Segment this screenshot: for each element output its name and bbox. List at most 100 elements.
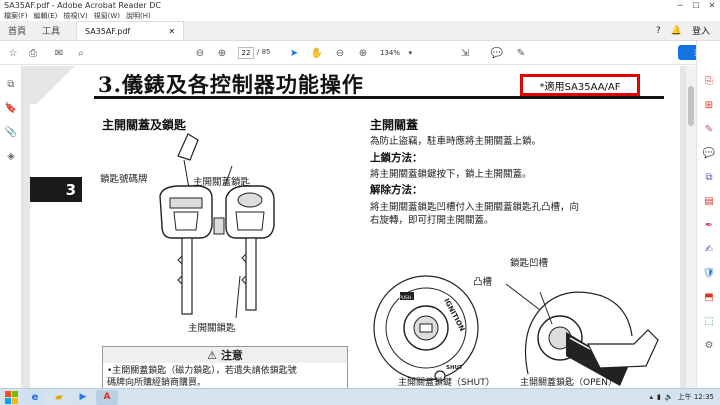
page-number-input[interactable]: 22 <box>238 47 254 59</box>
edit-pdf-icon[interactable]: ✎ <box>703 123 715 135</box>
unlock-text-2: 右旋轉，即可打開主開關蓋。 <box>370 215 494 226</box>
file-explorer-icon[interactable]: ▰ <box>48 390 70 405</box>
page-title: 3.儀錶及各控制器功能操作 <box>98 72 364 97</box>
layers-icon[interactable]: ◈ <box>5 150 17 162</box>
select-cursor-icon[interactable]: ➤ <box>287 46 301 60</box>
maximize-button[interactable]: ☐ <box>688 0 704 11</box>
chevron-down-icon: ▾ <box>408 49 412 57</box>
window-title: SA35AF.pdf - Adobe Acrobat Reader DC <box>4 1 162 10</box>
next-page-icon[interactable]: ⊕ <box>215 46 229 60</box>
window-controls: ─ ☐ ✕ <box>672 0 720 11</box>
acrobat-taskbar-icon[interactable]: A <box>96 389 118 405</box>
vertical-scrollbar[interactable] <box>686 66 696 388</box>
warning-icon: ⚠ <box>207 348 217 362</box>
search-icon[interactable]: ⌕ <box>74 46 88 60</box>
combine-files-icon[interactable]: ⧉ <box>703 171 715 183</box>
volume-icon[interactable]: 🔈 <box>665 393 674 401</box>
caution-body: •主開關蓋鎖匙（磁力鎖匙），若遺失請依鎖匙號 碼牌向所購經銷商購買。 <box>103 363 347 388</box>
bell-icon[interactable]: 🔔 <box>671 26 682 36</box>
optimize-pdf-icon[interactable]: ⬒ <box>703 291 715 303</box>
lock-heading: 上鎖方法： <box>370 152 423 164</box>
unlock-heading: 解除方法： <box>370 184 423 196</box>
right-section-heading: 主開關蓋 <box>370 118 419 132</box>
caption-open: 主開關蓋鎖匙（OPEN） <box>520 376 617 388</box>
more-tools-icon[interactable]: ⚙ <box>703 339 715 351</box>
menu-window[interactable]: 視窗(W) <box>94 11 120 21</box>
caution-line-2: 碼牌向所購經銷商購買。 <box>107 378 207 388</box>
push-label: PUSH <box>399 295 411 301</box>
comment-icon[interactable]: 💬 <box>490 46 504 60</box>
close-tab-icon[interactable]: ✕ <box>168 27 175 36</box>
tab-bar: 首頁 工具 SA35AF.pdf ✕ ? 🔔 登入 <box>0 21 720 41</box>
title-underline <box>94 96 664 99</box>
chapter-tab: 3 <box>30 177 82 202</box>
ignition-right <box>505 283 659 386</box>
menu-help[interactable]: 說明(H) <box>126 11 151 21</box>
comment-tool-icon[interactable]: 💬 <box>703 147 715 159</box>
network-icon[interactable]: ▮ <box>657 393 661 401</box>
fit-page-icon[interactable]: ⇲ <box>458 46 472 60</box>
unlock-text-1: 將主開關蓋鎖匙凹槽付入主開關蓋鎖匙孔凸槽，向 <box>370 202 580 213</box>
page-count: / 85 <box>257 48 271 56</box>
scan-icon[interactable]: ⬚ <box>703 315 715 327</box>
windows-taskbar: e ▰ ▶ A ▴ ▮ 🔈 上午 12:35 <box>0 388 720 405</box>
menu-view[interactable]: 檢視(V) <box>63 11 87 21</box>
intro-text: 為防止盜竊，駐車時應將主開關蓋上鎖。 <box>370 136 542 147</box>
main-key-left <box>159 185 213 315</box>
signin-link[interactable]: 登入 <box>692 24 710 37</box>
clock[interactable]: 上午 12:35 <box>678 392 714 402</box>
zoom-in-icon[interactable]: ⊕ <box>356 46 370 60</box>
caution-box: ⚠ 注意 •主開關蓋鎖匙（磁力鎖匙），若遺失請依鎖匙號 碼牌向所購經銷商購買。 <box>102 346 348 388</box>
bookmark-star-icon[interactable]: ☆ <box>6 46 20 60</box>
print-icon[interactable]: ⎙ <box>26 46 40 60</box>
attachments-icon[interactable]: 📎 <box>5 126 17 138</box>
caution-line-1: •主開關蓋鎖匙（磁力鎖匙），若遺失請依鎖匙號 <box>107 366 297 376</box>
shut-label: SHUT <box>446 365 463 371</box>
protect-icon[interactable]: 🛡 <box>703 267 716 279</box>
page-thumbnails-icon[interactable]: ⧉ <box>5 78 17 90</box>
zoom-out-icon[interactable]: ⊖ <box>333 46 347 60</box>
cover-key-right <box>225 185 275 311</box>
create-pdf-icon[interactable]: ⊞ <box>703 99 715 111</box>
hand-tool-icon[interactable]: ✋ <box>310 46 324 60</box>
label-key-tag: 鎖匙號碼牌 <box>100 174 148 185</box>
internet-explorer-icon[interactable]: e <box>24 389 46 405</box>
lock-text: 將主開關蓋鎖鍵按下，鎖上主開關蓋。 <box>370 169 532 180</box>
document-viewer[interactable]: 3.儀錶及各控制器功能操作 *適用SA35AA/AF 3 主開關蓋及鎖匙 鎖匙號… <box>22 66 696 388</box>
help-icon[interactable]: ? <box>656 26 661 36</box>
start-button[interactable] <box>0 390 22 405</box>
model-note: *適用SA35AA/AF <box>520 74 640 96</box>
system-tray: ▴ ▮ 🔈 上午 12:35 <box>650 392 720 402</box>
tab-home[interactable]: 首頁 <box>0 21 34 40</box>
tab-document-label: SA35AF.pdf <box>85 26 131 36</box>
zoom-select[interactable]: 134% ▾ <box>378 47 414 59</box>
tray-expand-icon[interactable]: ▴ <box>650 393 654 401</box>
previous-page-icon[interactable]: ⊖ <box>193 46 207 60</box>
ignition-diagrams: PUSH IGNITION SHUT 主開關蓋鎖鍵（SHUT） 主開關蓋鎖匙（O… <box>373 275 659 388</box>
zoom-value: 134% <box>380 49 401 57</box>
right-tools-rail: ⎘ ⊞ ✎ 💬 ⧉ ▤ ✒ ✍ 🛡 ⬒ ⬚ ⚙ <box>696 41 720 388</box>
minimize-button[interactable]: ─ <box>672 0 688 11</box>
send-signature-icon[interactable]: ✍ <box>703 243 715 255</box>
leader-main-key <box>235 275 241 319</box>
close-button[interactable]: ✕ <box>704 0 720 11</box>
tab-document[interactable]: SA35AF.pdf ✕ <box>76 21 185 40</box>
fill-sign-icon[interactable]: ✒ <box>703 219 715 231</box>
email-icon[interactable]: ✉ <box>52 46 66 60</box>
export-pdf-icon[interactable]: ⎘ <box>703 75 715 87</box>
window-titlebar: SA35AF.pdf - Adobe Acrobat Reader DC ─ ☐… <box>0 0 720 11</box>
caption-shut: 主開關蓋鎖鍵（SHUT） <box>398 376 495 388</box>
menu-file[interactable]: 檔案(F) <box>4 11 28 21</box>
scrollbar-thumb[interactable] <box>688 86 694 126</box>
media-player-icon[interactable]: ▶ <box>72 390 94 405</box>
pen-icon[interactable]: ✎ <box>514 46 528 60</box>
tab-tools[interactable]: 工具 <box>34 21 68 40</box>
organize-pages-icon[interactable]: ▤ <box>703 195 715 207</box>
menu-bar: 檔案(F) 編輯(E) 檢視(V) 視窗(W) 說明(H) <box>0 11 720 21</box>
pdf-page: 3.儀錶及各控制器功能操作 *適用SA35AA/AF 3 主開關蓋及鎖匙 鎖匙號… <box>30 66 680 388</box>
caution-header: ⚠ 注意 <box>103 347 347 363</box>
menu-edit[interactable]: 編輯(E) <box>34 11 58 21</box>
bookmarks-icon[interactable]: 🔖 <box>5 102 17 114</box>
caution-title: 注意 <box>220 349 243 362</box>
key-ring <box>213 217 225 235</box>
